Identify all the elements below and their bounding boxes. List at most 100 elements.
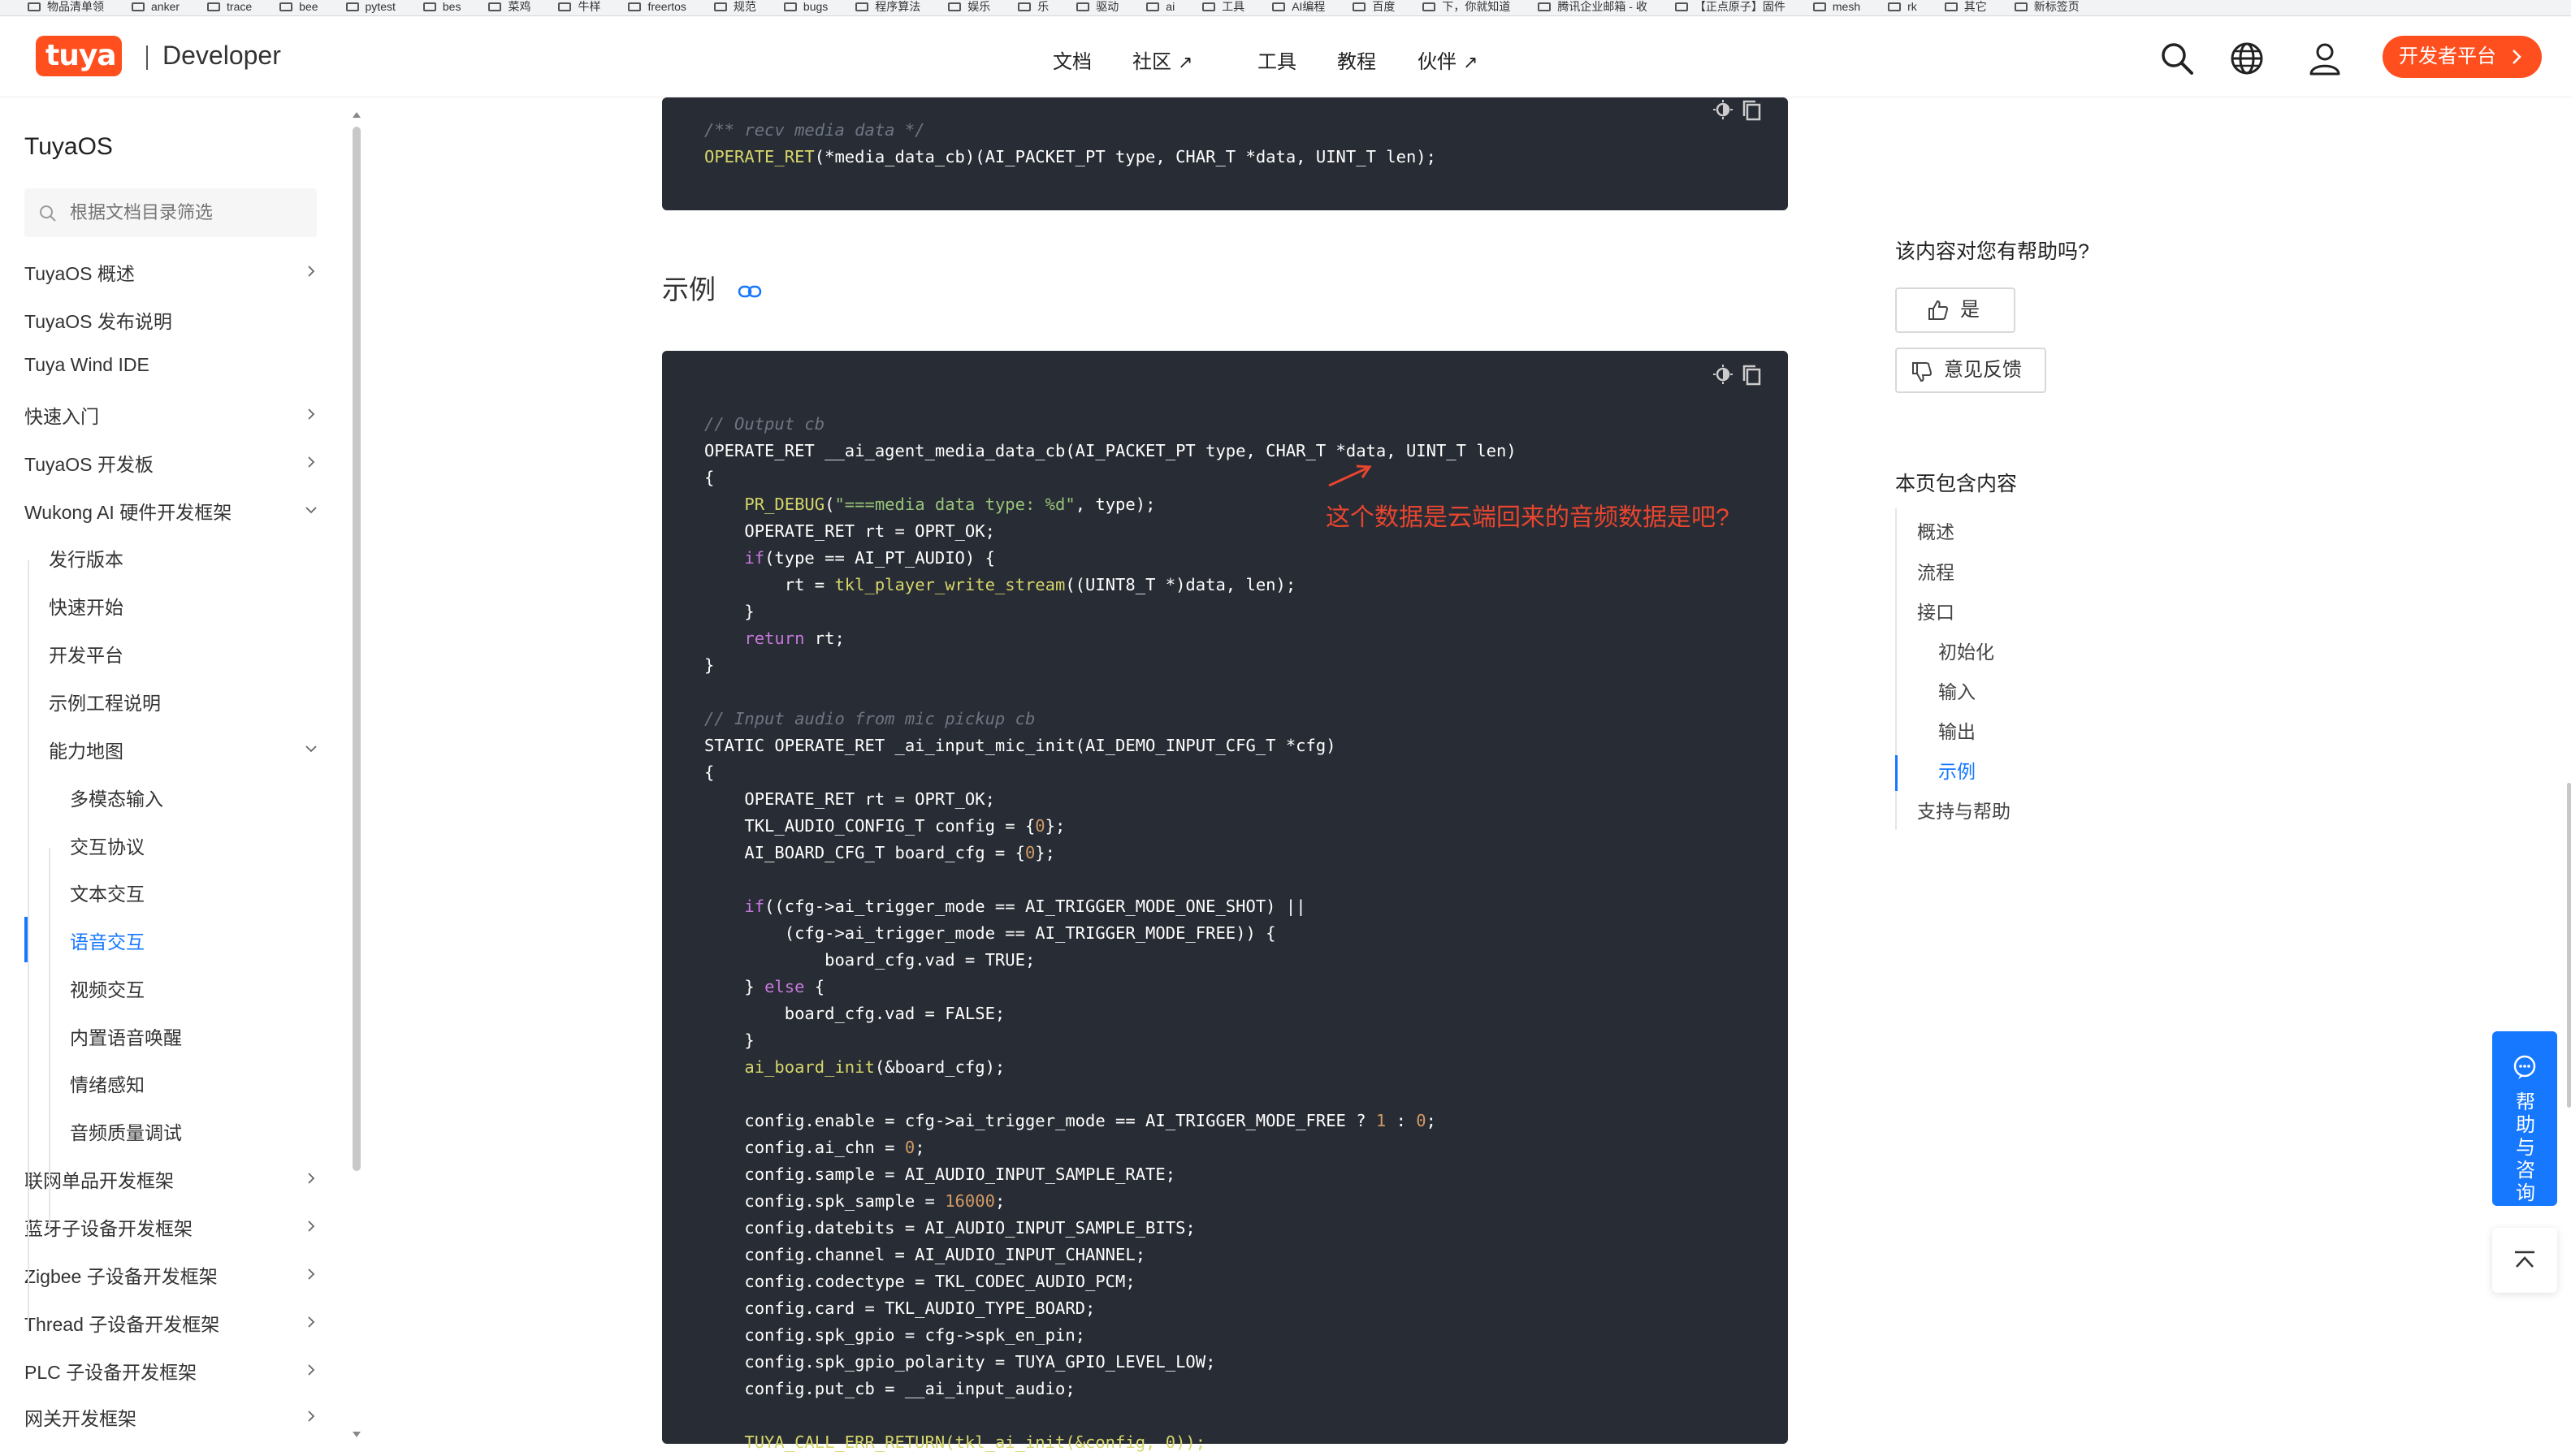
user-icon[interactable] <box>2307 41 2343 76</box>
bookmark-item[interactable]: anker <box>132 0 180 13</box>
scroll-down-icon[interactable] <box>351 1431 362 1439</box>
chevron-right-icon[interactable] <box>305 1172 318 1185</box>
sidebar-item[interactable]: 联网单品开发框架 <box>24 1165 174 1193</box>
sidebar-item[interactable]: Zigbee 子设备开发框架 <box>24 1261 218 1289</box>
tuya-logo-text[interactable]: tuya <box>45 39 117 72</box>
sidebar-item[interactable]: 能力地图 <box>49 736 123 763</box>
bookmark-item[interactable]: 百度 <box>1353 0 1395 13</box>
sidebar-item[interactable]: 音频质量调试 <box>70 1117 182 1145</box>
sidebar-item[interactable]: PLC 子设备开发框架 <box>24 1357 197 1385</box>
bookmark-item[interactable]: 新标签页 <box>2014 0 2080 13</box>
sidebar-item[interactable]: 交互协议 <box>70 832 145 859</box>
sidebar-filter[interactable] <box>24 188 317 237</box>
sidebar-item[interactable]: 文本交互 <box>70 879 145 906</box>
sidebar-filter-input[interactable] <box>70 200 305 226</box>
help-consult-button[interactable]: 帮助与咨询 <box>2492 1031 2557 1206</box>
copy-icon[interactable] <box>1742 364 1763 387</box>
sidebar-item[interactable]: 网关开发框架 <box>24 1403 136 1431</box>
toc-item[interactable]: 输入 <box>1938 676 1976 704</box>
bookmark-item[interactable]: trace <box>207 0 252 13</box>
bookmark-item[interactable]: 程序算法 <box>855 0 920 13</box>
bookmark-item[interactable]: ai <box>1146 0 1175 13</box>
feedback-button[interactable]: 意见反馈 <box>1895 348 2046 393</box>
sidebar-item[interactable]: 多模态输入 <box>70 784 163 811</box>
toc-item[interactable]: 支持与帮助 <box>1917 796 2010 823</box>
theme-toggle-icon[interactable] <box>1712 364 1733 385</box>
sidebar-item[interactable]: 快速开始 <box>49 592 123 620</box>
bookmark-item[interactable]: 规范 <box>713 0 756 13</box>
toc-item[interactable]: 初始化 <box>1938 637 1994 664</box>
bookmark-item[interactable]: 下，你就知道 <box>1422 0 1510 13</box>
helpful-yes-button[interactable]: 是 <box>1895 287 2015 333</box>
bookmark-item[interactable]: AI编程 <box>1272 0 1325 13</box>
developer-platform-button[interactable]: 开发者平台 <box>2383 36 2542 78</box>
bookmark-item[interactable]: 腾讯企业邮箱 - 收 <box>1538 0 1647 13</box>
bookmark-item[interactable]: bugs <box>783 0 828 13</box>
chevron-right-icon[interactable] <box>305 1268 318 1281</box>
page-scroll-thumb[interactable] <box>2567 783 2571 1108</box>
bookmark-item[interactable]: 乐 <box>1018 0 1049 13</box>
sidebar-item[interactable]: TuyaOS 开发板 <box>24 449 154 477</box>
bookmark-item[interactable]: bes <box>422 0 461 13</box>
chevron-down-icon[interactable] <box>305 742 318 755</box>
folder-icon <box>422 2 436 11</box>
search-icon[interactable] <box>2159 41 2195 76</box>
nav-partners[interactable]: 伙伴 ↗ <box>1418 45 1478 74</box>
chevron-right-icon[interactable] <box>305 1363 318 1376</box>
bookmark-item[interactable]: freertos <box>628 0 686 13</box>
globe-icon[interactable] <box>2229 41 2265 76</box>
bookmark-item[interactable]: 物品清单领 <box>28 0 104 13</box>
bookmark-item[interactable]: 其它 <box>1944 0 1987 13</box>
sidebar-scroll-thumb[interactable] <box>353 127 361 1171</box>
nav-tools[interactable]: 工具 <box>1257 45 1296 74</box>
theme-toggle-icon[interactable] <box>1712 99 1733 120</box>
nav-community[interactable]: 社区 ↗ <box>1132 45 1192 74</box>
code-line: config.channel = AI_AUDIO_INPUT_CHANNEL; <box>704 1245 1146 1264</box>
bookmark-item[interactable]: mesh <box>1812 0 1860 13</box>
sidebar-item[interactable]: TuyaOS 概述 <box>24 258 135 286</box>
sidebar-item[interactable]: 语音交互 <box>70 927 145 954</box>
copy-icon[interactable] <box>1742 99 1763 122</box>
chevron-right-icon[interactable] <box>305 1410 318 1423</box>
toc-item[interactable]: 概述 <box>1917 516 1954 544</box>
toc-item[interactable]: 示例 <box>1938 756 1976 784</box>
toc-item[interactable]: 接口 <box>1917 597 1954 624</box>
toc-item[interactable]: 输出 <box>1938 716 1976 744</box>
chevron-right-icon[interactable] <box>305 1316 318 1329</box>
sidebar-item[interactable]: 视频交互 <box>70 974 145 1002</box>
bookmark-item[interactable]: 驱动 <box>1076 0 1119 13</box>
nav-docs[interactable]: 文档 <box>1053 45 1092 74</box>
developer-label[interactable]: Developer <box>162 41 281 71</box>
bookmark-item[interactable]: 【正点原子】固件 <box>1674 0 1785 13</box>
anchor-link-icon[interactable] <box>738 284 762 299</box>
sidebar-item[interactable]: 内置语音唤醒 <box>70 1022 182 1050</box>
chevron-down-icon[interactable] <box>305 503 318 516</box>
chevron-right-icon[interactable] <box>305 456 318 469</box>
bookmark-item[interactable]: rk <box>1888 0 1917 13</box>
sidebar-item[interactable]: 快速入门 <box>24 401 99 429</box>
sidebar-item[interactable]: Wukong AI 硬件开发框架 <box>24 497 232 525</box>
chevron-right-icon[interactable] <box>305 1220 318 1233</box>
sidebar-item[interactable]: 发行版本 <box>49 544 123 572</box>
chevron-right-icon[interactable] <box>305 265 318 278</box>
bookmark-item[interactable]: pytest <box>345 0 396 13</box>
sidebar-item[interactable]: Tuya Wind IDE <box>24 354 149 376</box>
code-line: // Output cb <box>704 414 825 434</box>
sidebar-item[interactable]: Thread 子设备开发框架 <box>24 1309 219 1337</box>
back-to-top-button[interactable] <box>2492 1228 2557 1293</box>
bookmark-label: 新标签页 <box>2033 0 2080 13</box>
toc-item[interactable]: 流程 <box>1917 557 1954 585</box>
sidebar-item[interactable]: 示例工程说明 <box>49 688 161 715</box>
sidebar-item[interactable]: TuyaOS 发布说明 <box>24 306 172 334</box>
sidebar-item[interactable]: 情绪感知 <box>70 1069 145 1097</box>
code-line: // Input audio from mic pickup cb <box>704 709 1036 728</box>
bookmark-item[interactable]: bee <box>279 0 318 13</box>
bookmark-item[interactable]: 牛样 <box>558 0 600 13</box>
bookmark-item[interactable]: 菜鸡 <box>488 0 530 13</box>
chevron-right-icon[interactable] <box>305 408 318 421</box>
nav-tutorials[interactable]: 教程 <box>1337 45 1376 74</box>
sidebar-item[interactable]: 开发平台 <box>49 640 123 668</box>
bookmark-item[interactable]: 工具 <box>1202 0 1244 13</box>
bookmark-item[interactable]: 娱乐 <box>948 0 990 13</box>
scroll-up-icon[interactable] <box>351 110 362 119</box>
